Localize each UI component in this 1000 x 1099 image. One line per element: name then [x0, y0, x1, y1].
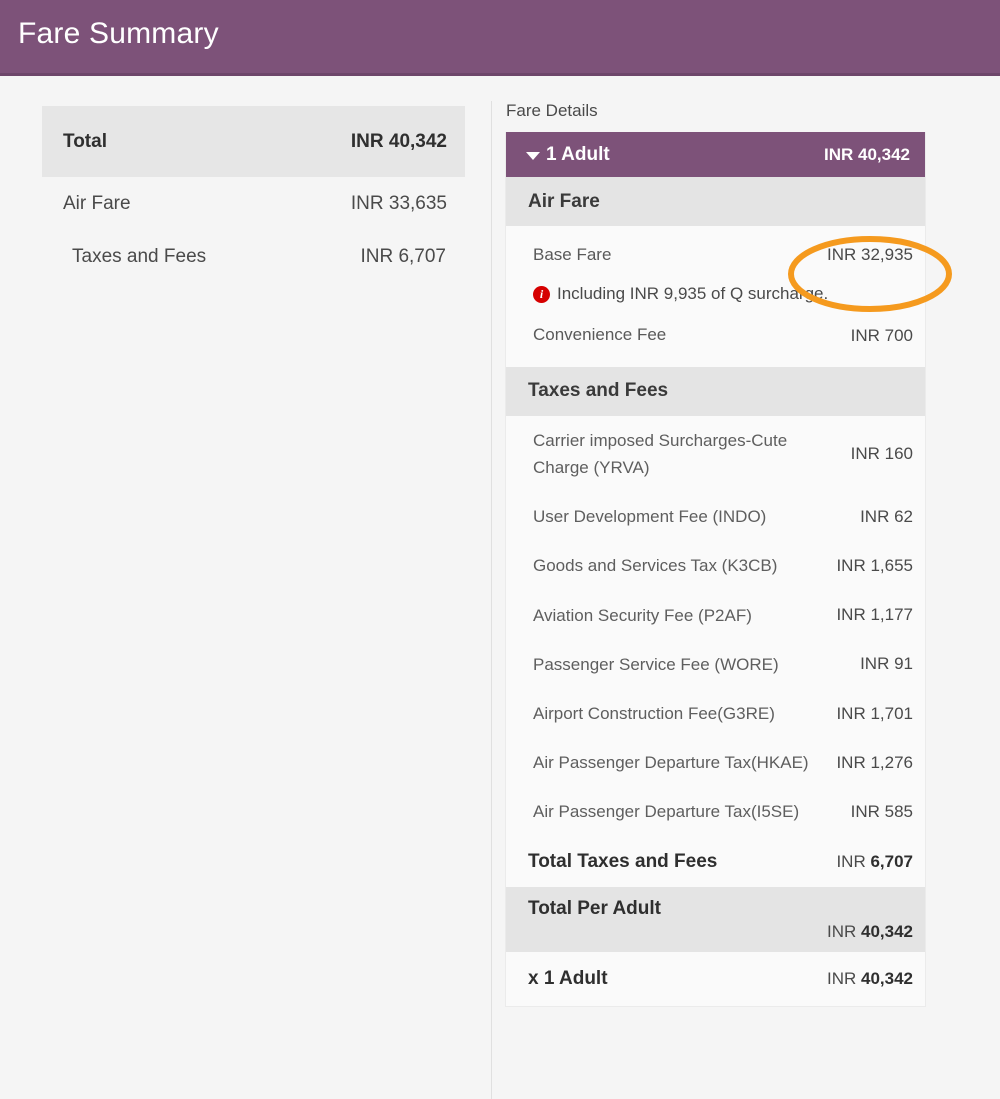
- row-total-taxes-and-fees: Total Taxes and Fees INR 6,707: [506, 837, 925, 887]
- row-total-per-adult: Total Per Adult INR 40,342: [506, 886, 925, 953]
- tax-amount: INR 1,177: [836, 605, 913, 625]
- tax-label: Goods and Services Tax (K3CB): [533, 556, 778, 576]
- page-body: Total INR 40,342 Air Fare INR 33,635 Tax…: [0, 79, 1000, 1099]
- tax-label: Passenger Service Fee (WORE): [533, 654, 779, 674]
- section-header-air-fare: Air Fare: [506, 177, 925, 226]
- total-per-adult-label: Total Per Adult: [528, 897, 661, 919]
- summary-taxes-label: Taxes and Fees: [72, 245, 207, 267]
- table-row: Airport Construction Fee(G3RE) INR 1,701: [506, 689, 925, 738]
- table-row: Air Passenger Departure Tax(I5SE) INR 58…: [506, 787, 925, 836]
- summary-row-air-fare: Air Fare INR 33,635: [42, 177, 465, 230]
- table-row: Passenger Service Fee (WORE) INR 91: [506, 640, 925, 689]
- section-header-taxes-and-fees: Taxes and Fees: [506, 366, 925, 416]
- fare-details-panel: Fare Details 1 Adult INR 40,342 Air Fare…: [505, 101, 926, 1008]
- summary-row-taxes-and-fees: Taxes and Fees INR 6,707: [42, 230, 465, 283]
- info-icon[interactable]: i: [533, 286, 550, 304]
- surcharge-note: i Including INR 9,935 of Q surcharge.: [506, 280, 925, 310]
- tax-label: User Development Fee (INDO): [533, 507, 767, 527]
- convenience-fee-label: Convenience Fee: [533, 325, 667, 345]
- tax-label: Carrier imposed Surcharges-Cute Charge (…: [533, 430, 788, 477]
- summary-taxes-amount: INR 6,707: [360, 245, 446, 267]
- summary-total-label: Total: [63, 130, 107, 152]
- passenger-header-amount: INR 40,342: [824, 144, 910, 164]
- tax-amount: INR 91: [860, 654, 913, 674]
- chevron-down-icon[interactable]: [526, 151, 540, 160]
- passenger-header-toggle[interactable]: 1 Adult INR 40,342: [506, 132, 925, 177]
- summary-air-fare-amount: INR 33,635: [350, 192, 447, 214]
- passenger-header-left: 1 Adult: [526, 144, 610, 166]
- tax-amount: INR 585: [850, 801, 913, 821]
- row-passenger-multiplier: x 1 Adult INR 40,342: [506, 952, 925, 1006]
- fare-summary-panel: Total INR 40,342 Air Fare INR 33,635 Tax…: [42, 106, 465, 283]
- table-row: Air Passenger Departure Tax(HKAE) INR 1,…: [506, 738, 925, 787]
- convenience-fee-amount: INR 700: [850, 325, 913, 345]
- tax-label: Airport Construction Fee(G3RE): [533, 703, 775, 723]
- tax-amount: INR 160: [850, 444, 913, 463]
- tax-amount: INR 1,276: [836, 752, 913, 772]
- tax-amount: INR 1,701: [836, 703, 913, 723]
- surcharge-note-text: Including INR 9,935 of Q surcharge.: [557, 284, 829, 304]
- passenger-multiplier-label: x 1 Adult: [528, 968, 608, 990]
- row-base-fare: Base Fare INR 32,935: [506, 226, 925, 280]
- table-row: User Development Fee (INDO) INR 62: [506, 492, 925, 541]
- base-fare-label: Base Fare: [533, 245, 612, 264]
- app-header: Fare Summary: [0, 0, 1000, 76]
- page-title: Fare Summary: [18, 17, 219, 50]
- total-per-adult-amount: INR 40,342: [827, 922, 913, 942]
- passenger-multiplier-amount: INR 40,342: [827, 969, 913, 989]
- summary-total-row: Total INR 40,342: [42, 106, 465, 177]
- panel-divider: [491, 101, 492, 1099]
- table-row: Goods and Services Tax (K3CB) INR 1,655: [506, 541, 925, 590]
- summary-air-fare-label: Air Fare: [63, 192, 131, 214]
- table-row: Carrier imposed Surcharges-Cute Charge (…: [506, 416, 925, 492]
- tax-label: Air Passenger Departure Tax(I5SE): [533, 802, 800, 822]
- total-taxes-label: Total Taxes and Fees: [528, 850, 718, 872]
- fare-details-caption: Fare Details: [506, 101, 598, 120]
- summary-total-amount: INR 40,342: [350, 130, 447, 152]
- total-taxes-amount: INR 6,707: [836, 851, 913, 871]
- tax-amount: INR 1,655: [836, 555, 913, 575]
- base-fare-amount: INR 32,935: [827, 245, 913, 265]
- tax-amount: INR 62: [860, 506, 913, 526]
- row-convenience-fee: Convenience Fee INR 700: [506, 310, 925, 366]
- fare-details-card: 1 Adult INR 40,342 Air Fare Base Fare IN…: [505, 132, 926, 1008]
- tax-label: Air Passenger Departure Tax(HKAE): [533, 753, 809, 773]
- passenger-header-label: 1 Adult: [546, 143, 610, 165]
- table-row: Aviation Security Fee (P2AF) INR 1,177: [506, 591, 925, 640]
- tax-label: Aviation Security Fee (P2AF): [533, 605, 752, 625]
